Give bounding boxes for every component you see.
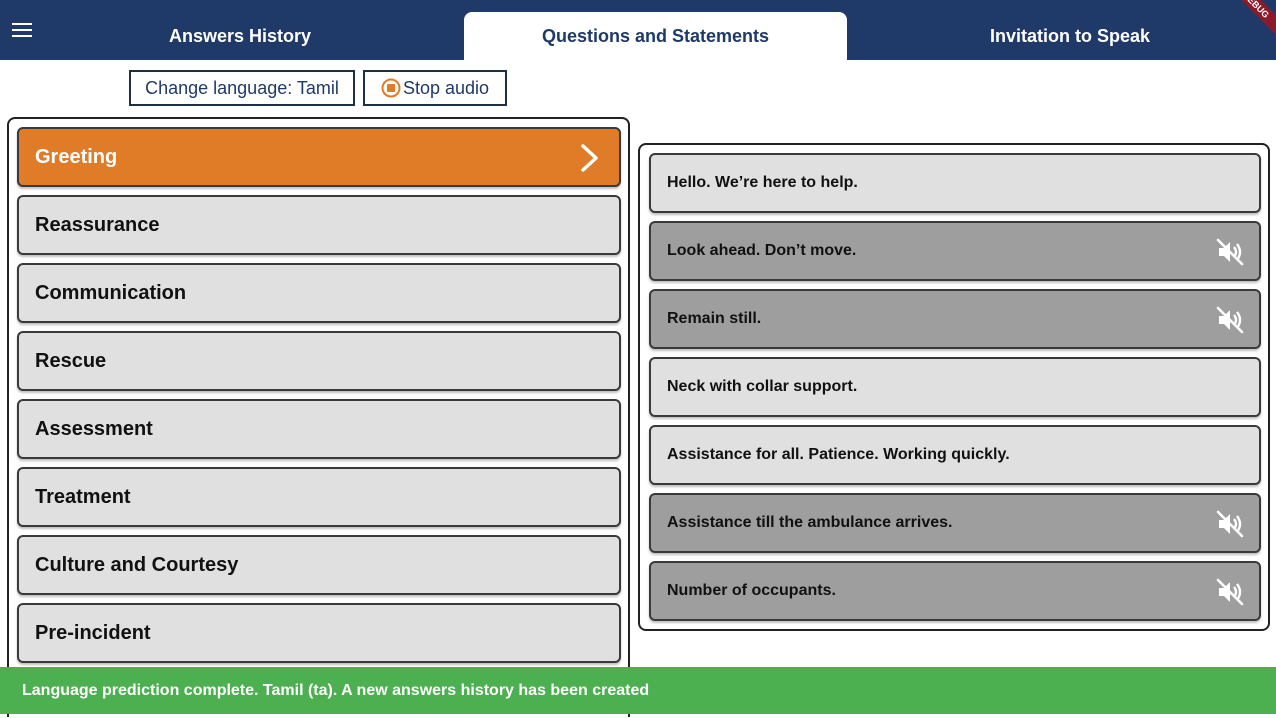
- statement-item[interactable]: Number of occupants.: [649, 561, 1261, 621]
- category-label: Culture and Courtesy: [35, 553, 239, 576]
- category-item-culture-and-courtesy[interactable]: Culture and Courtesy: [17, 535, 621, 595]
- category-item-communication[interactable]: Communication: [17, 263, 621, 323]
- statement-text: Assistance for all. Patience. Working qu…: [667, 446, 1010, 463]
- tab-answers-history[interactable]: Answers History: [44, 12, 436, 60]
- statement-list[interactable]: Hello. We’re here to help. Look ahead. D…: [638, 143, 1270, 631]
- category-item-rescue[interactable]: Rescue: [17, 331, 621, 391]
- category-label: Communication: [35, 281, 187, 304]
- volume-off-icon: [1216, 578, 1244, 606]
- category-list[interactable]: Greeting Reassurance Communication Rescu…: [7, 117, 630, 717]
- statement-text: Remain still.: [667, 310, 762, 327]
- hamburger-menu-icon[interactable]: [0, 0, 44, 60]
- tab-questions-and-statements[interactable]: Questions and Statements: [464, 12, 847, 60]
- statement-item[interactable]: Hello. We’re here to help.: [649, 153, 1261, 213]
- statement-item[interactable]: Assistance till the ambulance arrives.: [649, 493, 1261, 553]
- statement-item[interactable]: Neck with collar support.: [649, 357, 1261, 417]
- stop-audio-button[interactable]: Stop audio: [363, 70, 507, 106]
- snackbar-message: Language prediction complete. Tamil (ta)…: [22, 681, 650, 699]
- volume-off-icon: [1216, 510, 1244, 538]
- change-language-button[interactable]: Change language: Tamil: [129, 70, 355, 106]
- statement-item[interactable]: Assistance for all. Patience. Working qu…: [649, 425, 1261, 485]
- statement-item[interactable]: Remain still.: [649, 289, 1261, 349]
- category-item-treatment[interactable]: Treatment: [17, 467, 621, 527]
- stop-audio-label: Stop audio: [402, 77, 490, 98]
- category-item-reassurance[interactable]: Reassurance: [17, 195, 621, 255]
- debug-banner: DEBUG: [1236, 0, 1276, 40]
- statement-text: Number of occupants.: [667, 582, 836, 599]
- statement-text: Look ahead. Don’t move.: [667, 242, 857, 259]
- snackbar: Language prediction complete. Tamil (ta)…: [0, 667, 1276, 714]
- category-label: Rescue: [35, 349, 107, 372]
- category-label: Greeting: [35, 145, 118, 168]
- category-label: Assessment: [35, 417, 153, 440]
- chevron-right-icon: [581, 144, 598, 172]
- category-item-pre-incident[interactable]: Pre-incident: [17, 603, 621, 663]
- category-label: Reassurance: [35, 213, 160, 236]
- category-item-greeting[interactable]: Greeting: [17, 127, 621, 187]
- tab-invitation-to-speak[interactable]: Invitation to Speak: [870, 12, 1270, 60]
- statement-item[interactable]: Look ahead. Don’t move.: [649, 221, 1261, 281]
- category-label: Treatment: [35, 485, 131, 508]
- volume-off-icon: [1216, 306, 1244, 334]
- statement-text: Hello. We’re here to help.: [667, 174, 858, 191]
- category-label: Pre-incident: [35, 621, 151, 644]
- stop-circle-icon: [381, 78, 401, 98]
- top-app-bar: Answers History Questions and Statements…: [0, 0, 1276, 60]
- category-item-assessment[interactable]: Assessment: [17, 399, 621, 459]
- volume-off-icon: [1216, 238, 1244, 266]
- debug-banner-label: DEBUG: [1236, 0, 1276, 39]
- statement-text: Neck with collar support.: [667, 378, 858, 395]
- statement-text: Assistance till the ambulance arrives.: [667, 514, 953, 531]
